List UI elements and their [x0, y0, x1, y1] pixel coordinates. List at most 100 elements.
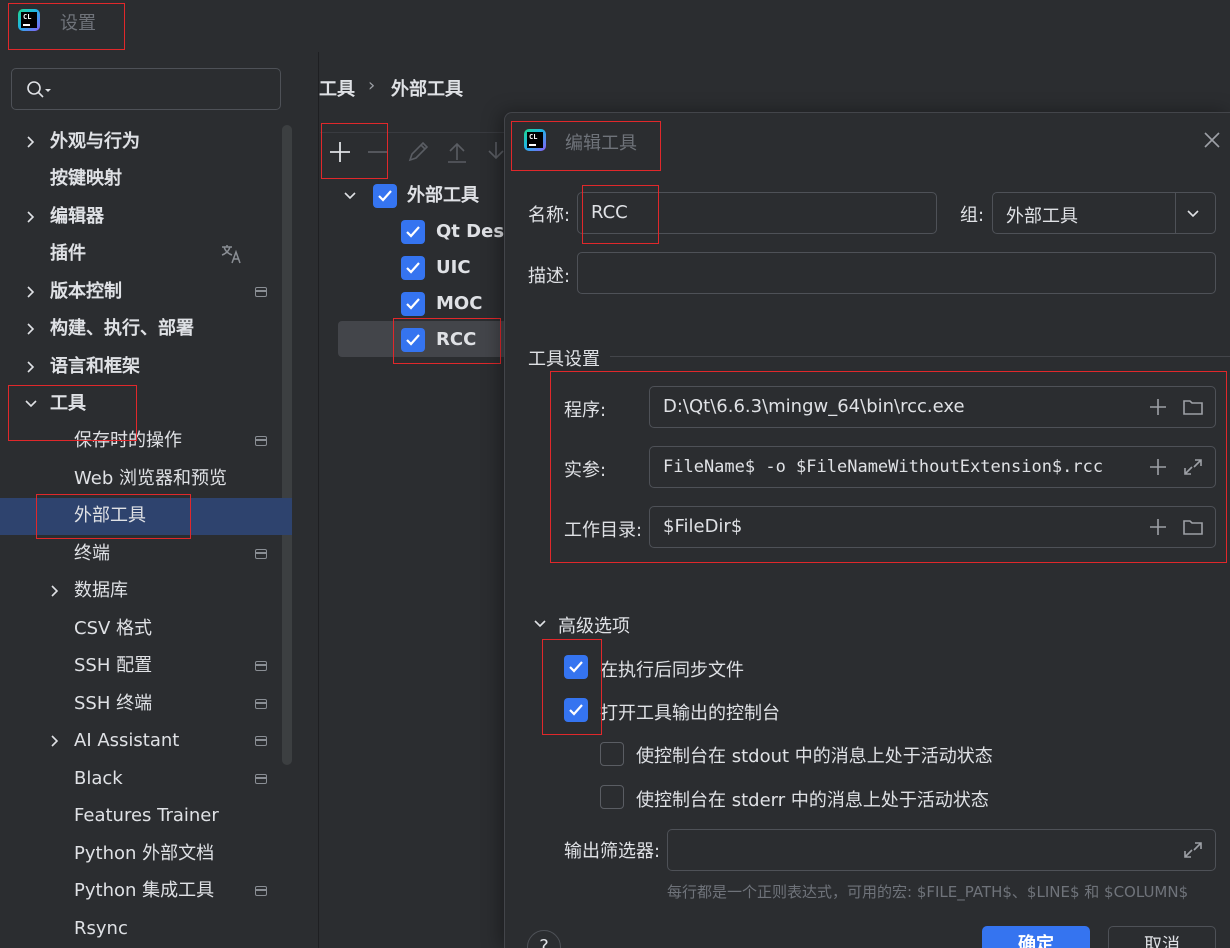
remove-tool-button[interactable] — [364, 138, 392, 166]
sidebar-item[interactable]: 外观与行为 — [50, 124, 140, 160]
chevron-down-icon[interactable] — [24, 397, 38, 411]
arguments-label: 实参: — [564, 460, 607, 481]
insert-macro-plus-icon[interactable] — [1148, 397, 1168, 417]
output-filter-field[interactable] — [667, 829, 1216, 871]
project-scope-icon — [255, 774, 267, 784]
chevron-down-icon[interactable] — [342, 188, 358, 204]
sidebar-item[interactable]: 编辑器 — [50, 199, 104, 235]
sidebar-item[interactable]: SSH 终端 — [74, 686, 152, 722]
sidebar-item[interactable]: Features Trainer — [74, 798, 219, 834]
breadcrumb-root[interactable]: 工具 — [319, 75, 355, 101]
chevron-right-icon[interactable] — [48, 734, 62, 748]
tree-tool-item[interactable]: Qt Designer — [436, 214, 504, 250]
description-label: 描述: — [528, 266, 571, 287]
group-select[interactable]: 外部工具 — [992, 192, 1216, 234]
stderr-active-label[interactable]: 使控制台在 stderr 中的消息上处于活动状态 — [636, 786, 989, 812]
folder-icon[interactable] — [1182, 397, 1204, 417]
chevron-right-icon[interactable] — [24, 135, 38, 149]
plus-icon — [330, 142, 350, 162]
add-tool-button[interactable] — [326, 138, 354, 166]
chevron-right-icon[interactable] — [48, 584, 62, 598]
edit-tool-button[interactable] — [404, 138, 432, 166]
tool-checkbox[interactable] — [401, 220, 425, 244]
move-up-button[interactable] — [443, 138, 471, 166]
name-label: 名称: — [528, 205, 571, 226]
sidebar-item[interactable]: 插件 — [50, 236, 86, 272]
sidebar-item[interactable]: Python 集成工具 — [74, 873, 214, 909]
chevron-right-icon[interactable] — [24, 285, 38, 299]
project-scope-icon — [255, 549, 267, 559]
sidebar-item[interactable]: 版本控制 — [50, 274, 122, 310]
sidebar-item[interactable]: 按键映射 — [50, 161, 122, 197]
search-icon — [27, 81, 51, 98]
expand-icon[interactable] — [1182, 457, 1204, 477]
sidebar-item[interactable]: Black — [74, 761, 123, 797]
sync-files-label[interactable]: 在执行后同步文件 — [600, 656, 744, 682]
minus-icon — [368, 151, 388, 153]
tree-tool-item[interactable]: RCC — [436, 322, 504, 358]
tree-group-label[interactable]: 外部工具 — [407, 178, 507, 214]
tree-tool-item[interactable]: UIC — [436, 250, 504, 286]
advanced-options-header[interactable]: 高级选项 — [558, 612, 630, 638]
insert-macro-plus-icon[interactable] — [1148, 517, 1168, 537]
output-filter-label: 输出筛选器: — [564, 841, 661, 862]
sidebar-item[interactable]: 终端 — [74, 536, 110, 572]
sidebar-selection-highlight — [0, 498, 292, 535]
stdout-active-checkbox[interactable] — [600, 742, 624, 766]
sidebar-item[interactable]: 数据库 — [74, 573, 128, 609]
description-field[interactable] — [577, 252, 1216, 294]
tree-tool-item[interactable]: MOC — [436, 286, 504, 322]
group-label: 组: — [960, 205, 985, 226]
tool-settings-header: 工具设置 — [528, 349, 600, 370]
checkmark-icon — [406, 334, 420, 346]
project-scope-icon — [255, 699, 267, 709]
group-value: 外部工具 — [1006, 206, 1078, 227]
translate-icon — [221, 245, 241, 264]
sidebar-item[interactable]: AI Assistant — [74, 723, 179, 759]
tool-checkbox[interactable] — [401, 292, 425, 316]
checkmark-icon — [406, 298, 420, 310]
sync-files-checkbox[interactable] — [564, 655, 588, 679]
settings-search-input[interactable] — [11, 68, 281, 110]
sidebar-item[interactable]: 保存时的操作 — [74, 423, 182, 459]
arguments-field[interactable]: FileName$ -o $FileNameWithoutExtension$.… — [649, 446, 1216, 488]
sidebar-item[interactable]: 语言和框架 — [50, 349, 140, 385]
chevron-down-icon[interactable] — [532, 616, 548, 632]
cancel-button[interactable]: 取消 — [1108, 926, 1216, 948]
sidebar-item[interactable]: Python 外部文档 — [74, 836, 214, 872]
workdir-field[interactable]: $FileDir$ — [649, 506, 1216, 548]
sidebar-item[interactable]: CSV 格式 — [74, 611, 152, 647]
folder-icon[interactable] — [1182, 517, 1204, 537]
tool-checkbox[interactable] — [401, 256, 425, 280]
stderr-active-checkbox[interactable] — [600, 785, 624, 809]
chevron-right-icon[interactable] — [24, 210, 38, 224]
chevron-right-icon[interactable] — [24, 360, 38, 374]
clion-logo-icon: CL — [524, 129, 546, 151]
sidebar-item[interactable]: 构建、执行、部署 — [50, 311, 194, 347]
sidebar-item[interactable]: 工具 — [50, 386, 86, 422]
sidebar-item[interactable]: 外部工具 — [74, 498, 146, 534]
name-field[interactable]: RCC — [577, 192, 937, 234]
sidebar-item[interactable]: Rsync — [74, 911, 128, 947]
arrow-up-icon — [448, 142, 466, 163]
insert-macro-plus-icon[interactable] — [1148, 457, 1168, 477]
checkmark-icon — [378, 190, 392, 202]
close-icon[interactable] — [1202, 130, 1222, 150]
chevron-down-icon — [1187, 210, 1199, 218]
program-field[interactable]: D:\Qt\6.6.3\mingw_64\bin\rcc.exe — [649, 386, 1216, 428]
name-value: RCC — [591, 202, 628, 223]
sidebar-item[interactable]: Web 浏览器和预览 — [74, 461, 227, 497]
open-console-checkbox[interactable] — [564, 698, 588, 722]
tool-checkbox[interactable] — [401, 328, 425, 352]
sidebar-scrollbar[interactable] — [282, 125, 292, 765]
checkmark-icon — [569, 661, 583, 673]
group-checkbox[interactable] — [373, 184, 397, 208]
stdout-active-label[interactable]: 使控制台在 stdout 中的消息上处于活动状态 — [636, 742, 993, 768]
sidebar-item[interactable]: SSH 配置 — [74, 648, 152, 684]
chevron-right-icon[interactable] — [24, 322, 38, 336]
expand-icon[interactable] — [1182, 840, 1204, 860]
open-console-label[interactable]: 打开工具输出的控制台 — [600, 699, 780, 725]
ok-button[interactable]: 确定 — [982, 926, 1090, 948]
checkmark-icon — [406, 262, 420, 274]
breadcrumb-separator: › — [368, 75, 376, 96]
